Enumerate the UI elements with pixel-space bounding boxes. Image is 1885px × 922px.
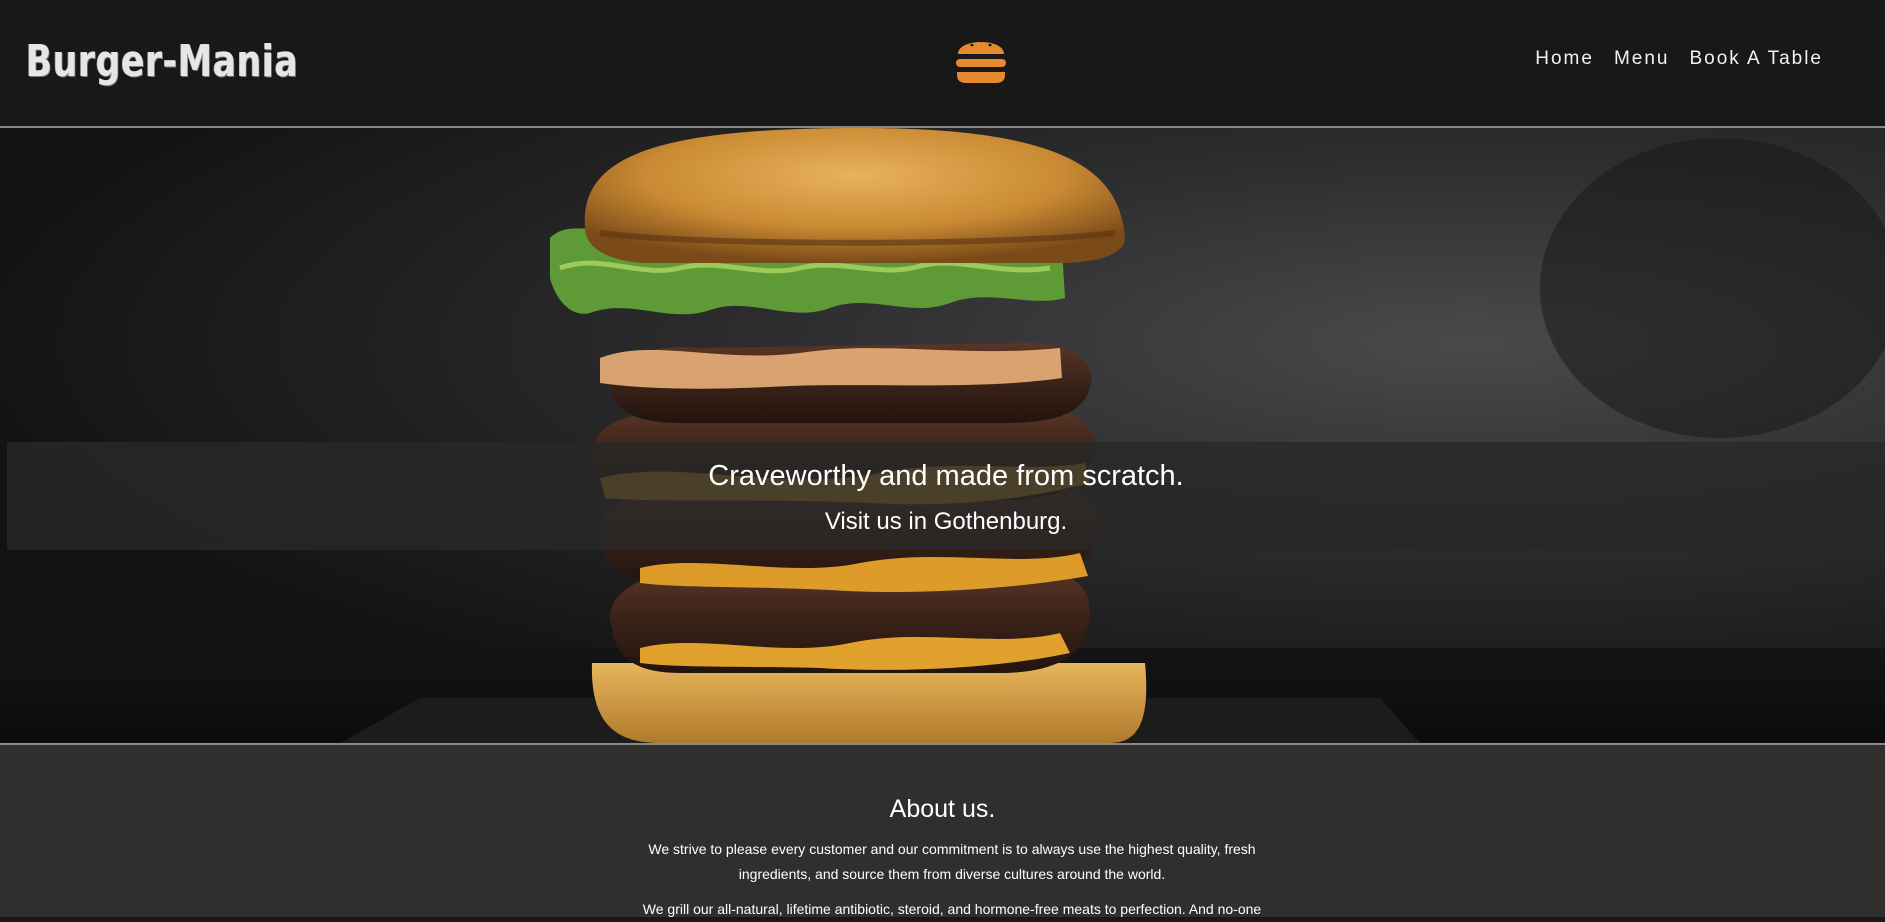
hero-subtitle: Visit us in Gothenburg. (824, 508, 1068, 535)
hero-burger-image (340, 128, 1885, 743)
nav-home[interactable]: Home (1535, 48, 1594, 70)
about-title: About us. (889, 795, 996, 823)
burger-icon (956, 39, 1006, 83)
main-nav: Home Menu Book A Table (1535, 48, 1823, 70)
hero-title: Craveworthy and made from scratch. (708, 460, 1184, 492)
nav-menu[interactable]: Menu (1614, 48, 1670, 70)
about-paragraph-1: We strive to please every customer and o… (648, 841, 1256, 882)
site-header: Burger-Mania Home Menu Book A Table (0, 0, 1885, 128)
about-paragraph-2: We grill our all-natural, lifetime antib… (642, 901, 1262, 917)
nav-book-a-table[interactable]: Book A Table (1689, 48, 1823, 70)
about-section: About us. We strive to please every cust… (0, 745, 1885, 917)
site-logo[interactable]: Burger-Mania (26, 36, 299, 87)
hero-banner: Craveworthy and made from scratch. Visit… (7, 442, 1885, 550)
hero-section: Craveworthy and made from scratch. Visit… (0, 128, 1885, 743)
